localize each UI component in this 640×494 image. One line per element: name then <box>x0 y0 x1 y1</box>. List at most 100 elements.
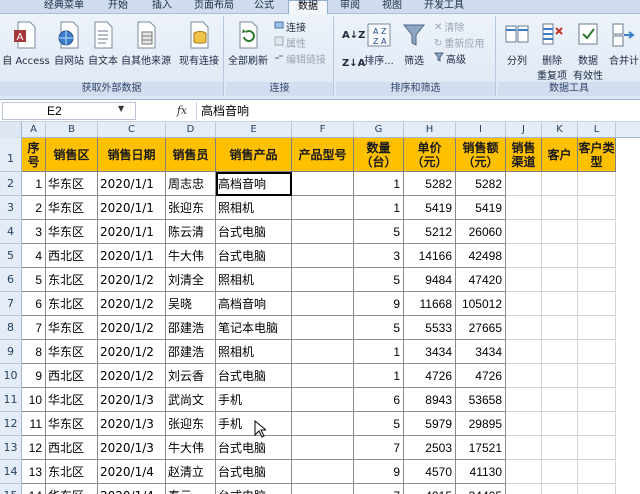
data-cell-col-j[interactable] <box>506 220 542 244</box>
data-cell-col-k[interactable] <box>542 484 578 494</box>
data-cell-col-b[interactable]: 华东区 <box>46 412 98 436</box>
data-cell-col-l[interactable] <box>578 196 616 220</box>
header-cell-col-k[interactable]: 客户 <box>542 138 578 172</box>
header-cell-col-b[interactable]: 销售区 <box>46 138 98 172</box>
data-cell-col-f[interactable] <box>292 292 354 316</box>
existing-connections-button[interactable]: 现有连接 <box>176 20 222 67</box>
data-cell-col-a[interactable]: 4 <box>22 244 46 268</box>
header-cell-col-d[interactable]: 销售员 <box>166 138 216 172</box>
data-cell-col-h[interactable]: 5419 <box>404 196 456 220</box>
data-cell-col-d[interactable]: 张迎东 <box>166 412 216 436</box>
data-cell-col-i[interactable]: 34405 <box>456 484 506 494</box>
data-cell-col-e[interactable]: 照相机 <box>216 340 292 364</box>
data-cell-col-b[interactable]: 西北区 <box>46 364 98 388</box>
data-cell-col-b[interactable]: 华东区 <box>46 316 98 340</box>
insert-function-icon[interactable]: fx <box>172 102 192 120</box>
data-cell-col-g[interactable]: 9 <box>354 460 404 484</box>
column-header-k[interactable]: K <box>542 122 578 138</box>
data-cell-col-j[interactable] <box>506 364 542 388</box>
row-header-12[interactable]: 12 <box>0 412 22 436</box>
row-header-9[interactable]: 9 <box>0 340 22 364</box>
header-cell-col-c[interactable]: 销售日期 <box>98 138 166 172</box>
data-cell-col-k[interactable] <box>542 412 578 436</box>
data-cell-col-f[interactable] <box>292 172 354 196</box>
data-cell-col-h[interactable]: 3434 <box>404 340 456 364</box>
formula-input[interactable]: 高档音响 <box>196 102 638 120</box>
data-cell-col-g[interactable]: 5 <box>354 268 404 292</box>
row-header-2[interactable]: 2 <box>0 172 22 196</box>
data-cell-col-f[interactable] <box>292 364 354 388</box>
data-cell-col-h[interactable]: 5979 <box>404 412 456 436</box>
data-cell-col-e[interactable]: 照相机 <box>216 196 292 220</box>
data-cell-col-j[interactable] <box>506 268 542 292</box>
data-cell-col-d[interactable]: 赵清立 <box>166 460 216 484</box>
data-cell-col-g[interactable]: 1 <box>354 340 404 364</box>
data-cell-col-l[interactable] <box>578 436 616 460</box>
data-cell-col-h[interactable]: 14166 <box>404 244 456 268</box>
data-cell-col-d[interactable]: 张迎东 <box>166 196 216 220</box>
data-cell-col-b[interactable]: 华东区 <box>46 196 98 220</box>
data-cell-col-d[interactable]: 牛大伟 <box>166 244 216 268</box>
tab-developer[interactable]: 开发工具 <box>418 0 470 14</box>
data-cell-col-a[interactable]: 3 <box>22 220 46 244</box>
data-cell-col-l[interactable] <box>578 364 616 388</box>
data-cell-col-f[interactable] <box>292 460 354 484</box>
reapply-button[interactable]: ↻ 重新应用 <box>434 36 484 53</box>
data-cell-col-e[interactable]: 台式电脑 <box>216 484 292 494</box>
data-cell-col-d[interactable]: 邵建浩 <box>166 340 216 364</box>
data-cell-col-c[interactable]: 2020/1/4 <box>98 484 166 494</box>
data-cell-col-j[interactable] <box>506 436 542 460</box>
column-header-j[interactable]: J <box>506 122 542 138</box>
data-cell-col-d[interactable]: 周志忠 <box>166 172 216 196</box>
from-web-button[interactable]: 自网站 <box>52 20 86 67</box>
tab-classic-menu[interactable]: 经典菜单 <box>36 0 92 14</box>
data-cell-col-k[interactable] <box>542 268 578 292</box>
data-cell-col-j[interactable] <box>506 244 542 268</box>
from-other-sources-button[interactable]: 自其他来源 <box>120 20 172 67</box>
data-cell-col-b[interactable]: 东北区 <box>46 292 98 316</box>
data-cell-col-d[interactable]: 刘云香 <box>166 364 216 388</box>
data-cell-col-k[interactable] <box>542 244 578 268</box>
tab-insert[interactable]: 插入 <box>144 0 180 14</box>
data-cell-col-f[interactable] <box>292 388 354 412</box>
data-cell-col-k[interactable] <box>542 460 578 484</box>
row-header-13[interactable]: 13 <box>0 436 22 460</box>
row-header-15[interactable]: 15 <box>0 484 22 494</box>
data-cell-col-l[interactable] <box>578 244 616 268</box>
data-cell-col-i[interactable]: 47420 <box>456 268 506 292</box>
column-header-l[interactable]: L <box>578 122 616 138</box>
data-cell-col-i[interactable]: 5282 <box>456 172 506 196</box>
data-cell-col-f[interactable] <box>292 244 354 268</box>
data-cell-col-e[interactable]: 高档音响 <box>216 292 292 316</box>
header-cell-col-h[interactable]: 单价（元） <box>404 138 456 172</box>
filter-button[interactable]: 筛选 <box>398 20 430 67</box>
data-cell-col-i[interactable]: 5419 <box>456 196 506 220</box>
data-cell-col-k[interactable] <box>542 364 578 388</box>
data-cell-col-l[interactable] <box>578 172 616 196</box>
refresh-all-button[interactable]: 全部刷新 <box>228 20 268 67</box>
data-cell-col-f[interactable] <box>292 436 354 460</box>
header-cell-col-j[interactable]: 销售渠道 <box>506 138 542 172</box>
data-cell-col-c[interactable]: 2020/1/2 <box>98 268 166 292</box>
from-access-button[interactable]: A 自 Access <box>2 20 50 67</box>
header-cell-col-l[interactable]: 客户类型 <box>578 138 616 172</box>
tab-data[interactable]: 数据 <box>288 0 328 15</box>
data-cell-col-e[interactable]: 手机 <box>216 388 292 412</box>
tab-review[interactable]: 审阅 <box>334 0 366 14</box>
data-cell-col-k[interactable] <box>542 316 578 340</box>
data-cell-col-f[interactable] <box>292 484 354 494</box>
data-cell-col-c[interactable]: 2020/1/2 <box>98 340 166 364</box>
data-cell-col-j[interactable] <box>506 316 542 340</box>
data-cell-col-f[interactable] <box>292 196 354 220</box>
data-cell-col-i[interactable]: 3434 <box>456 340 506 364</box>
data-cell-col-b[interactable]: 东北区 <box>46 268 98 292</box>
header-cell-col-e[interactable]: 销售产品 <box>216 138 292 172</box>
data-cell-col-d[interactable]: 陈云清 <box>166 220 216 244</box>
data-cell-col-e[interactable]: 高档音响 <box>216 172 292 196</box>
properties-button[interactable]: 属性 <box>274 36 306 53</box>
data-cell-col-h[interactable]: 5212 <box>404 220 456 244</box>
data-cell-col-b[interactable]: 东北区 <box>46 460 98 484</box>
data-cell-col-k[interactable] <box>542 436 578 460</box>
data-cell-col-k[interactable] <box>542 340 578 364</box>
data-cell-col-i[interactable]: 42498 <box>456 244 506 268</box>
